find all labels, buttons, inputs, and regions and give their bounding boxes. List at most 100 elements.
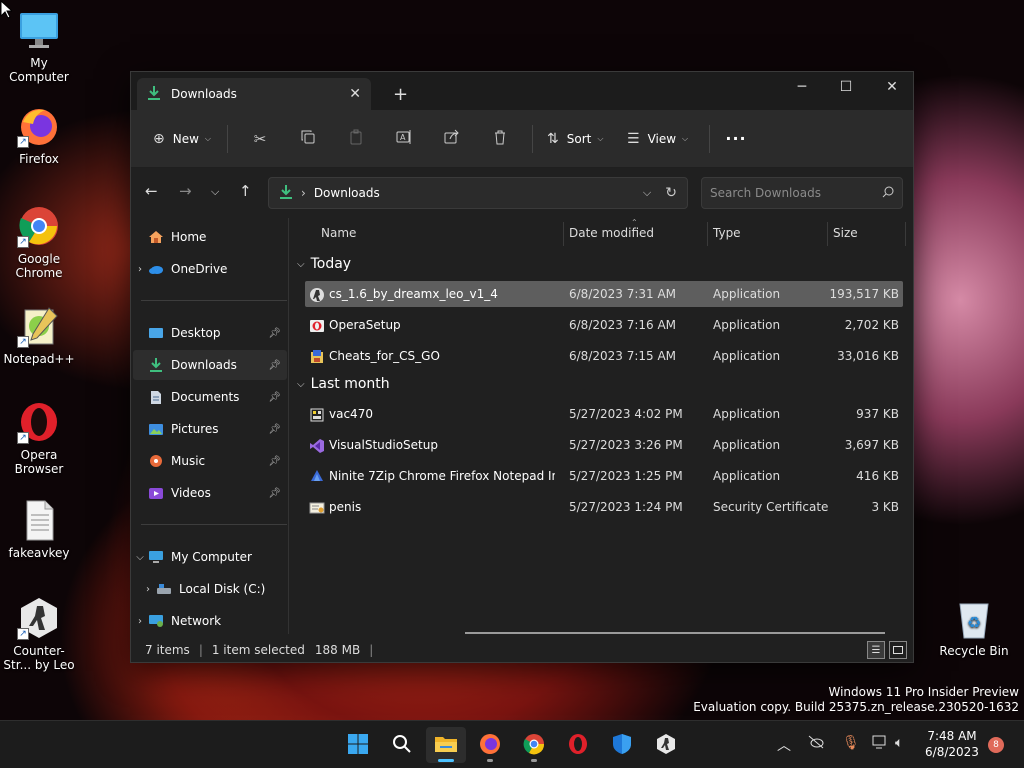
desktop-icon-notepad-plus-plus[interactable]: ↗ Notepad++ xyxy=(0,304,79,366)
details-view-button[interactable]: ☰ xyxy=(867,641,885,659)
file-row[interactable]: cs_1.6_by_dreamx_leo_v1_4 6/8/2023 7:31 … xyxy=(305,281,903,307)
file-row[interactable]: Cheats_for_CS_GO 6/8/2023 7:15 AM Applic… xyxy=(305,343,903,369)
tiles-view-button[interactable] xyxy=(889,641,907,659)
taskbar-counter-strike[interactable] xyxy=(646,727,686,763)
group-header-last-month[interactable]: ⌵ Last month xyxy=(297,372,390,396)
taskbar-chrome[interactable] xyxy=(514,727,554,763)
file-type: Application xyxy=(713,318,781,332)
column-header-label: Size xyxy=(833,226,858,240)
nav-item-home[interactable]: Home xyxy=(133,222,287,252)
search-box[interactable] xyxy=(701,177,903,209)
more-options-button[interactable]: ··· xyxy=(718,123,754,155)
view-button[interactable]: ☰ View ⌵ xyxy=(621,123,701,155)
column-header-label: Name xyxy=(321,226,357,240)
view-lines-icon: ☰ xyxy=(627,130,640,147)
file-row[interactable]: penis 5/27/2023 1:24 PM Security Certifi… xyxy=(305,494,903,520)
address-dropdown-icon[interactable]: ⌵ xyxy=(643,186,651,200)
nav-item-pictures[interactable]: Pictures 📌︎ xyxy=(133,414,287,444)
copy-button[interactable] xyxy=(284,129,332,148)
onedrive-offline-icon[interactable] xyxy=(808,735,824,753)
forward-arrow-icon[interactable]: → xyxy=(179,182,192,200)
taskbar-firefox[interactable] xyxy=(470,727,510,763)
microphone-icon[interactable]: 🎙︎ xyxy=(842,735,860,751)
recent-locations-chevron-icon[interactable]: ⌵ xyxy=(211,185,219,199)
sort-button[interactable]: ⇅ Sort ⌵ xyxy=(541,123,617,155)
nav-item-downloads[interactable]: Downloads 📌︎ xyxy=(133,350,287,380)
close-window-button[interactable]: ✕ xyxy=(869,72,915,102)
search-input[interactable] xyxy=(710,186,882,200)
svg-text:A: A xyxy=(400,133,406,142)
paste-button[interactable] xyxy=(332,129,380,148)
show-hidden-icons-chevron-icon[interactable]: ︿ xyxy=(777,735,791,755)
refresh-icon[interactable]: ↻ xyxy=(665,185,677,201)
nav-item-desktop[interactable]: Desktop 📌︎ xyxy=(133,318,287,348)
file-type: Application xyxy=(713,469,781,483)
file-date: 5/27/2023 4:02 PM xyxy=(569,407,683,421)
shortcut-arrow-icon: ↗ xyxy=(17,236,29,248)
column-separator[interactable] xyxy=(827,222,828,246)
clock[interactable]: 7:48 AM 6/8/2023 xyxy=(920,728,984,760)
column-header-size[interactable]: Size xyxy=(833,218,858,248)
desktop-icon-firefox[interactable]: ↗ Firefox xyxy=(0,104,79,166)
address-bar[interactable]: › Downloads ⌵ ↻ xyxy=(268,177,688,209)
nav-item-my-computer[interactable]: ⌵ My Computer xyxy=(133,542,287,572)
back-arrow-icon[interactable]: ← xyxy=(145,182,158,200)
file-row[interactable]: vac470 5/27/2023 4:02 PM Application 937… xyxy=(305,401,903,427)
nav-divider xyxy=(141,524,287,525)
nav-item-local-disk[interactable]: › Local Disk (C:) xyxy=(133,574,287,604)
nav-item-label: Documents xyxy=(171,390,240,404)
close-tab-icon[interactable]: ✕ xyxy=(349,86,361,102)
start-button[interactable] xyxy=(338,727,378,763)
desktop-icon-google-chrome[interactable]: ↗ Google Chrome xyxy=(0,204,79,280)
desktop-icon-recycle-bin[interactable]: ♻ Recycle Bin xyxy=(934,596,1014,658)
chevron-down-icon: ⌵ xyxy=(204,133,211,143)
cut-button[interactable]: ✂ xyxy=(236,130,284,148)
nav-item-music[interactable]: Music 📌︎ xyxy=(133,446,287,476)
file-row[interactable]: VisualStudioSetup 5/27/2023 3:26 PM Appl… xyxy=(305,432,903,458)
tab-downloads[interactable]: Downloads ✕ xyxy=(137,78,371,110)
file-type: Security Certificate xyxy=(713,500,829,514)
desktop-icon-counter-strike[interactable]: ↗ Counter-Str... by Leo xyxy=(0,596,79,672)
expand-chevron-icon[interactable]: › xyxy=(133,616,147,627)
taskbar-search-button[interactable] xyxy=(382,727,422,763)
collapse-chevron-icon[interactable]: ⌵ xyxy=(133,552,147,563)
column-separator[interactable] xyxy=(563,222,564,246)
volume-icon[interactable]: 🔈︎ xyxy=(895,735,903,751)
breadcrumb-downloads[interactable]: Downloads xyxy=(314,186,380,200)
rename-button[interactable]: A xyxy=(380,129,428,148)
download-icon xyxy=(147,357,165,373)
minimize-button[interactable]: ─ xyxy=(779,72,825,102)
nav-item-onedrive[interactable]: › OneDrive xyxy=(133,254,287,284)
nav-item-network[interactable]: › Network xyxy=(133,606,287,636)
desktop-icon-opera-browser[interactable]: ↗ Opera Browser xyxy=(0,400,79,476)
column-separator[interactable] xyxy=(905,222,906,246)
vac-app-icon xyxy=(309,407,325,423)
column-header-type[interactable]: Type xyxy=(713,218,741,248)
new-button[interactable]: ⊕ New ⌵ xyxy=(147,123,219,155)
music-icon xyxy=(147,453,165,469)
expand-chevron-icon[interactable]: › xyxy=(133,264,147,275)
column-header-date-modified[interactable]: Date modified xyxy=(569,218,654,248)
notification-badge[interactable]: 8 xyxy=(988,737,1004,753)
horizontal-scrollbar[interactable] xyxy=(465,632,885,634)
new-tab-button[interactable]: + xyxy=(393,84,408,105)
group-header-today[interactable]: ⌵ Today xyxy=(297,252,351,276)
expand-chevron-icon[interactable]: › xyxy=(141,584,155,595)
taskbar-opera[interactable] xyxy=(558,727,598,763)
file-row[interactable]: Ninite 7Zip Chrome Firefox Notepad Inst.… xyxy=(305,463,903,489)
clipboard-icon xyxy=(348,129,364,148)
nav-item-documents[interactable]: Documents 📌︎ xyxy=(133,382,287,412)
column-separator[interactable] xyxy=(707,222,708,246)
taskbar-windows-security[interactable] xyxy=(602,727,642,763)
network-status-icon[interactable] xyxy=(872,735,888,753)
desktop-icon-fakeavkey[interactable]: fakeavkey xyxy=(0,498,79,560)
delete-button[interactable] xyxy=(476,129,524,148)
up-arrow-icon[interactable]: ↑ xyxy=(239,182,252,200)
maximize-button[interactable]: ☐ xyxy=(823,72,869,102)
taskbar-file-explorer[interactable] xyxy=(426,727,466,763)
share-button[interactable] xyxy=(428,129,476,148)
column-header-name[interactable]: Name xyxy=(321,218,356,248)
file-row[interactable]: OperaSetup 6/8/2023 7:16 AM Application … xyxy=(305,312,903,338)
nav-item-videos[interactable]: Videos 📌︎ xyxy=(133,478,287,508)
collapse-chevron-icon: ⌵ xyxy=(297,258,305,270)
